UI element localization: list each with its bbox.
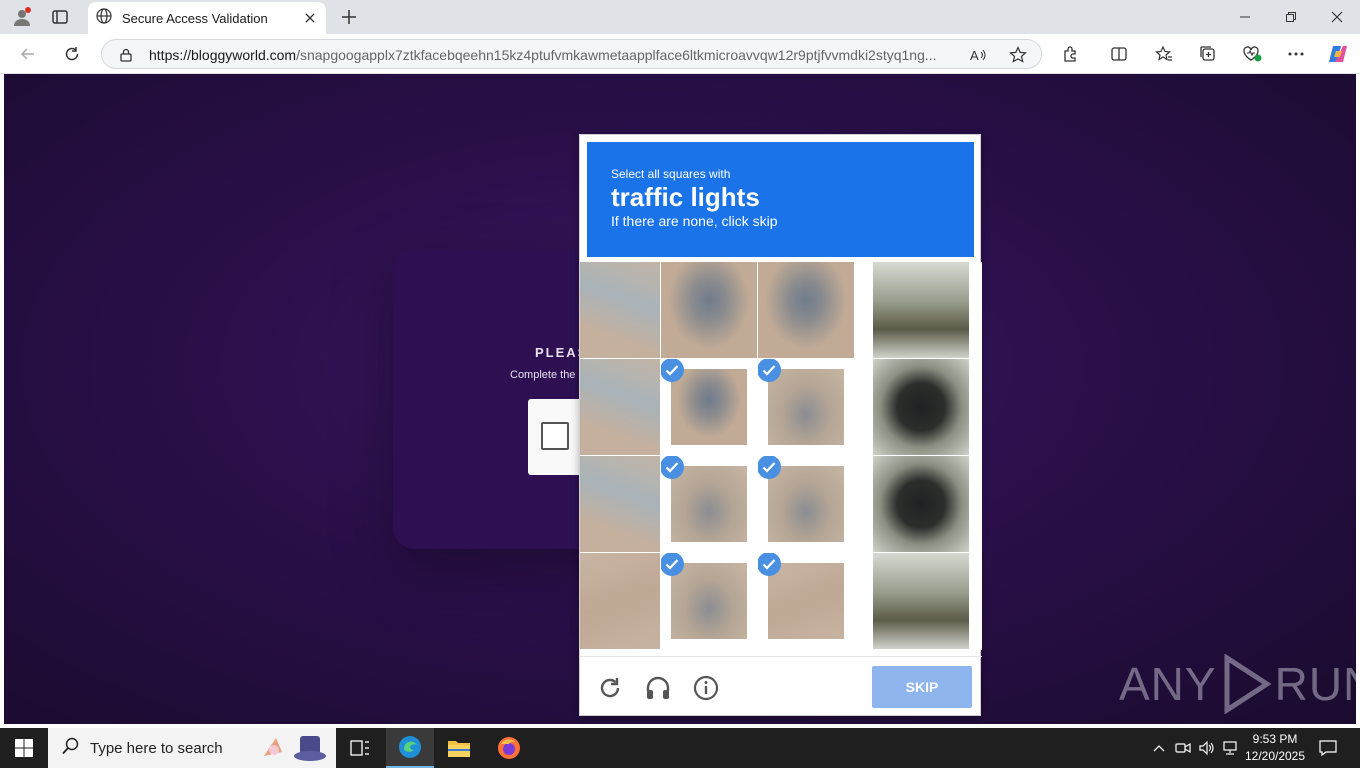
favorites-icon[interactable] [1150,40,1178,68]
captcha-tile[interactable] [873,553,969,649]
captcha-instruction: Select all squares with [611,167,731,181]
browser-tab-bar: Secure Access Validation [0,0,1360,34]
tab-secure-access[interactable]: Secure Access Validation [88,2,326,34]
taskbar-clock[interactable]: 9:53 PM 12/20/2025 [1240,731,1310,765]
captcha-header: Select all squares with traffic lights I… [587,142,974,257]
browser-essentials-icon[interactable] [1238,40,1266,68]
captcha-tile[interactable] [873,262,969,358]
tile-image [768,563,844,639]
restore-button[interactable] [1268,0,1314,34]
tile-image [873,262,969,358]
refresh-button[interactable] [58,40,86,68]
clock-time: 9:53 PM [1252,732,1298,746]
captcha-tile[interactable] [873,456,969,552]
captcha-tile[interactable] [758,262,854,358]
captcha-tile[interactable] [661,456,757,552]
tile-image [768,466,844,542]
tile-image [661,262,757,358]
read-aloud-icon[interactable]: A [968,44,990,66]
tile-image [580,456,660,552]
captcha-tile[interactable] [661,262,757,358]
anyrun-watermark: ANY RUN [1119,654,1356,714]
captcha-tile[interactable] [580,553,660,649]
meet-now-icon[interactable] [1173,728,1193,768]
extensions-icon[interactable] [1057,40,1085,68]
captcha-tile[interactable] [580,262,660,358]
search-highlight-icon [260,732,332,768]
globe-icon [96,7,112,29]
reload-icon[interactable] [595,673,625,703]
volume-icon[interactable] [1197,728,1217,768]
collections-icon[interactable] [1194,40,1222,68]
search-placeholder: Type here to search [90,739,223,757]
grid-divider [969,262,971,650]
notifications-icon[interactable] [1316,728,1340,768]
captcha-grid [580,262,982,650]
captcha-tile[interactable] [873,359,969,455]
tile-image [580,359,660,455]
tile-image [580,262,660,358]
captcha-target: traffic lights [611,182,760,212]
taskbar: Type here to search 9:53 PM 12/20/2025 [0,728,1360,768]
recaptcha-checkbox[interactable] [541,422,569,450]
tile-image [671,466,747,542]
captcha-challenge: Select all squares with traffic lights I… [579,134,982,716]
edge-browser-icon[interactable] [386,728,434,768]
captcha-tile[interactable] [580,456,660,552]
file-explorer-icon[interactable] [435,728,483,768]
verification-subtext: Complete the [510,369,576,381]
split-screen-icon[interactable] [1105,40,1133,68]
copilot-icon[interactable] [1324,40,1352,68]
tile-image [671,563,747,639]
captcha-footer: SKIP [580,656,982,716]
firefox-icon[interactable] [485,728,533,768]
captcha-tile[interactable] [758,553,854,649]
skip-button[interactable]: SKIP [872,666,972,708]
tile-image [873,359,969,455]
tile-image [768,369,844,445]
lock-icon[interactable] [115,44,137,66]
tile-image [873,553,969,649]
svg-text:A: A [970,48,979,63]
browser-toolbar: https://bloggyworld.com/snapgoogapplx7zt… [0,34,1360,74]
close-window-button[interactable] [1314,0,1360,34]
info-icon[interactable] [691,673,721,703]
address-bar[interactable]: https://bloggyworld.com/snapgoogapplx7zt… [101,39,1042,69]
captcha-hint: If there are none, click skip [611,213,778,229]
network-icon[interactable] [1220,728,1240,768]
clock-date: 12/20/2025 [1244,749,1306,763]
audio-challenge-icon[interactable] [643,673,673,703]
search-icon [62,737,80,760]
tile-image [580,553,660,649]
captcha-tile[interactable] [661,553,757,649]
close-icon[interactable] [298,6,322,30]
favorite-star-icon[interactable] [1007,44,1029,66]
windows-start-icon[interactable] [0,728,48,768]
tab-title: Secure Access Validation [122,10,268,26]
tile-image [671,369,747,445]
captcha-tile[interactable] [580,359,660,455]
tile-image [873,456,969,552]
profile-icon[interactable] [8,4,36,30]
tab-actions-icon[interactable] [46,4,74,30]
captcha-tile[interactable] [661,359,757,455]
taskbar-search[interactable]: Type here to search [48,728,336,768]
tile-image [758,262,854,358]
minimize-button[interactable] [1222,0,1268,34]
more-menu-icon[interactable] [1282,40,1310,68]
new-tab-button[interactable] [336,4,362,30]
task-view-icon[interactable] [336,728,384,768]
chevron-up-icon[interactable] [1150,728,1168,768]
captcha-tile[interactable] [758,359,854,455]
captcha-tile[interactable] [758,456,854,552]
play-logo-icon [1224,654,1271,714]
back-button[interactable] [14,40,42,68]
url-text: https://bloggyworld.com/snapgoogapplx7zt… [149,47,937,63]
